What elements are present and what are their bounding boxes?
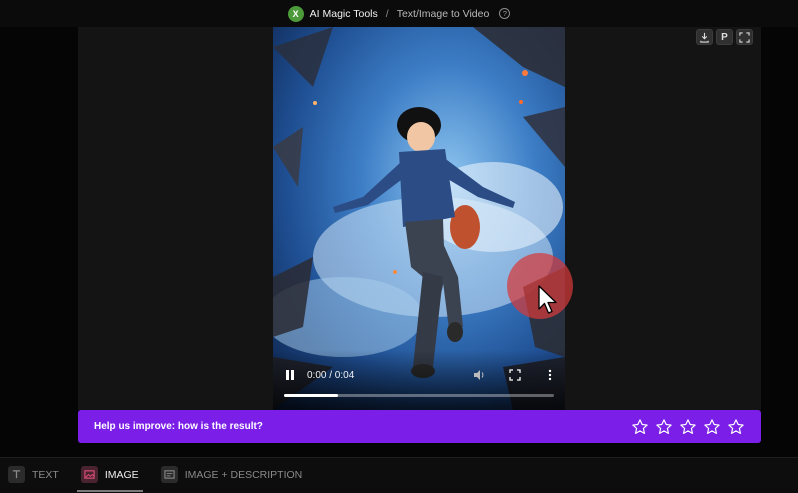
breadcrumb-separator: / [385, 7, 389, 20]
cursor-icon [538, 285, 557, 314]
fullscreen-icon [509, 369, 521, 381]
time-display: 0:00 / 0:04 [307, 370, 355, 381]
pause-icon [286, 370, 294, 380]
volume-button[interactable] [472, 368, 486, 382]
tab-text[interactable]: TEXT [4, 460, 63, 492]
image-icon [80, 466, 98, 483]
video-player[interactable]: 0:00 / 0:04 [273, 27, 565, 410]
tab-text-label: TEXT [32, 468, 59, 481]
image-description-icon [160, 466, 178, 483]
preview-toolbar: P [696, 29, 753, 45]
star-4-icon[interactable] [703, 418, 721, 436]
rating-stars [631, 418, 745, 436]
help-icon[interactable]: ? [499, 8, 511, 19]
tab-image-description[interactable]: IMAGE + DESCRIPTION [157, 460, 307, 492]
tab-image-label: IMAGE [104, 468, 139, 481]
pause-button[interactable] [283, 368, 297, 382]
feedback-bar: Help us improve: how is the result? [78, 410, 761, 443]
top-bar: X AI Magic Tools / Text/Image to Video ? [0, 0, 798, 27]
star-1-icon[interactable] [631, 418, 649, 436]
download-button[interactable] [696, 29, 713, 45]
breadcrumb-app[interactable]: AI Magic Tools [310, 8, 378, 20]
fullscreen-button[interactable] [736, 29, 753, 45]
pin-button[interactable]: P [716, 29, 733, 45]
progress-fill [284, 394, 338, 397]
fullscreen-icon [739, 31, 750, 43]
star-3-icon[interactable] [679, 418, 697, 436]
volume-icon [474, 370, 484, 380]
more-vertical-icon [548, 369, 552, 381]
preview-stage: P 0:00 / 0:04 [78, 27, 761, 410]
tab-image[interactable]: IMAGE [76, 460, 143, 492]
star-2-icon[interactable] [655, 418, 673, 436]
more-options-button[interactable] [543, 368, 557, 382]
pin-icon: P [721, 31, 728, 43]
tab-image-description-label: IMAGE + DESCRIPTION [184, 468, 303, 481]
star-5-icon[interactable] [727, 418, 745, 436]
download-icon [700, 32, 709, 43]
progress-track[interactable] [284, 394, 554, 397]
mode-tabs: TEXT IMAGE IMAGE + DESCRIPTION [0, 457, 798, 493]
video-fullscreen-button[interactable] [508, 368, 522, 382]
feedback-prompt: Help us improve: how is the result? [94, 421, 263, 432]
breadcrumb-page: Text/Image to Video [396, 7, 490, 20]
app-logo[interactable]: X [287, 5, 304, 22]
text-icon [8, 466, 25, 483]
